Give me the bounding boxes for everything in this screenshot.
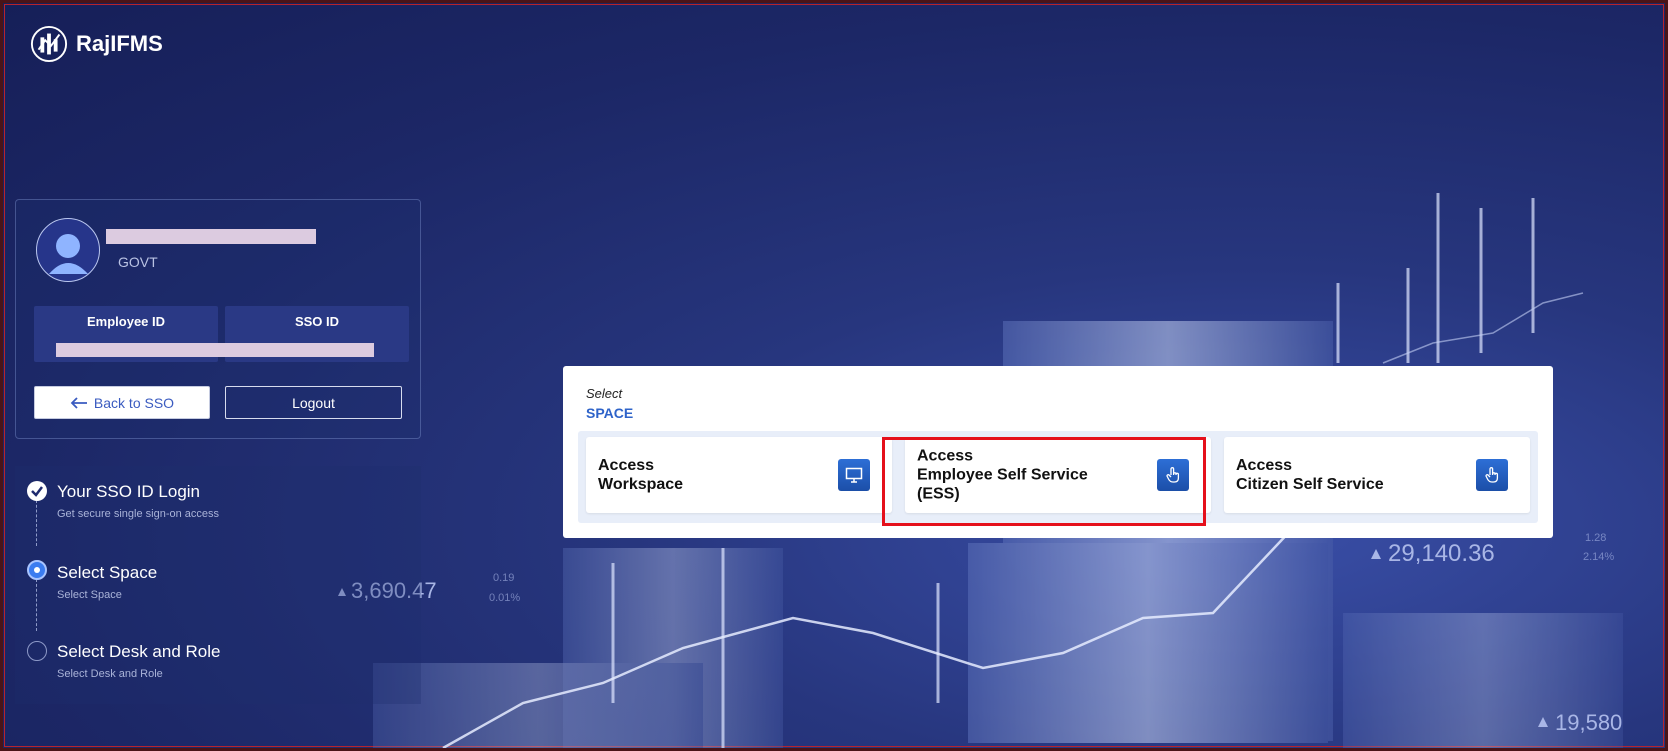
- id-values-redacted: [56, 343, 374, 357]
- logout-label: Logout: [292, 394, 335, 411]
- ticker-value: 19,580: [1555, 710, 1622, 735]
- step-2-title: Select Space: [57, 563, 158, 582]
- employee-id-label: Employee ID: [86, 314, 166, 329]
- access-citizen-self-service-card[interactable]: Access Citizen Self Service: [1224, 437, 1530, 513]
- step-1-title: Your SSO ID Login: [57, 482, 201, 501]
- active-step-icon: [27, 560, 47, 580]
- check-icon: [27, 481, 47, 501]
- ticker-value: 0.01%: [489, 592, 520, 604]
- step-3-subtitle: Select Desk and Role: [57, 668, 163, 680]
- logout-button[interactable]: Logout: [225, 386, 402, 419]
- step-connector: [36, 500, 37, 546]
- card-label: Access Workspace: [598, 457, 684, 493]
- pending-step-icon: [27, 641, 47, 661]
- progress-steps: Your SSO ID Login Get secure single sign…: [15, 466, 421, 704]
- card-label: Access Citizen Self Service: [1236, 457, 1384, 493]
- app-window: 3,690.47 29,140.36 19,580 0.19 0.01% 2.1…: [0, 0, 1668, 751]
- step-2-subtitle: Select Space: [57, 589, 122, 601]
- arrow-left-icon: [70, 396, 87, 409]
- user-type: GOVT: [118, 254, 158, 270]
- select-label: Select: [586, 386, 623, 401]
- ticker-value: 29,140.36: [1388, 540, 1495, 567]
- highlight-box: [882, 437, 1206, 526]
- user-avatar-icon: [49, 234, 88, 274]
- ticker-value: 2.14%: [1583, 551, 1614, 563]
- back-to-sso-button[interactable]: Back to SSO: [34, 386, 210, 419]
- avatar: [36, 218, 100, 282]
- hand-pointer-icon: [1476, 459, 1508, 491]
- step-connector: [36, 579, 37, 631]
- step-1-subtitle: Get secure single sign-on access: [57, 508, 220, 520]
- monitor-icon: [838, 459, 870, 491]
- access-workspace-card[interactable]: Access Workspace: [586, 437, 892, 513]
- ticker-value: 0.19: [493, 572, 514, 584]
- ticker-value: 1.28: [1585, 532, 1606, 544]
- rajifms-logo-icon: [30, 25, 68, 63]
- back-to-sso-label: Back to SSO: [93, 394, 175, 411]
- sso-id-label: SSO ID: [294, 314, 340, 329]
- user-name-redacted: [106, 229, 316, 244]
- step-3-title: Select Desk and Role: [57, 642, 221, 661]
- brand-name: RajIFMS: [76, 31, 163, 56]
- brand-logo: RajIFMS: [30, 25, 163, 63]
- profile-card: GOVT Employee ID SSO ID Back to SSO Logo…: [15, 199, 421, 439]
- space-title: SPACE: [586, 405, 634, 421]
